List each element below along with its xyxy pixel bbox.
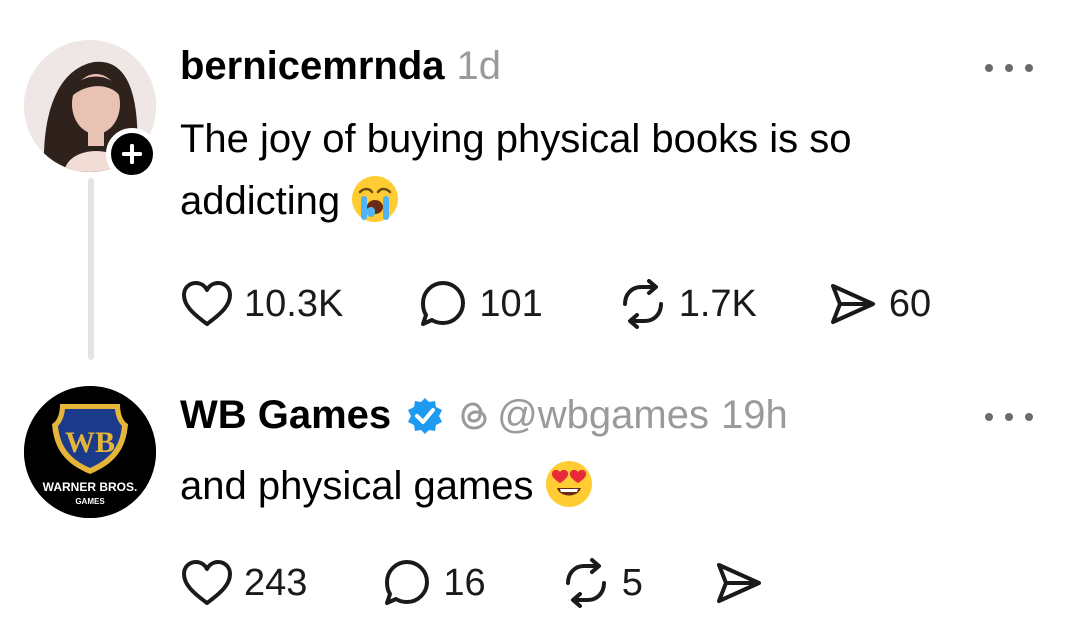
repost-icon bbox=[622, 279, 663, 329]
repost-count: 1.7K bbox=[678, 282, 757, 325]
post-time: 19h bbox=[720, 393, 788, 437]
send-icon bbox=[830, 284, 875, 324]
avatar[interactable]: WB WARNER BROS. GAMES bbox=[24, 386, 156, 518]
plus-icon bbox=[122, 144, 142, 164]
post-text-content: The joy of buying physical books is so a… bbox=[180, 117, 852, 223]
threads-logo-icon bbox=[461, 401, 487, 430]
dot bbox=[985, 64, 993, 72]
thread-connector-line bbox=[88, 178, 94, 360]
wb-brand-text: WARNER BROS. bbox=[43, 480, 138, 494]
wb-sub-text: GAMES bbox=[75, 497, 105, 506]
dot bbox=[1025, 64, 1033, 72]
post-header: bernicemrnda 1d bbox=[180, 44, 501, 89]
repost-button[interactable]: 1.7K bbox=[617, 278, 757, 330]
warner-bros-games-logo: WB WARNER BROS. GAMES bbox=[24, 386, 156, 518]
reply-button[interactable]: 16 bbox=[381, 557, 486, 609]
send-icon bbox=[716, 563, 761, 603]
post-header: WB Games @wbgames 19h bbox=[180, 393, 788, 438]
share-button[interactable]: 60 bbox=[827, 278, 931, 330]
post-time: 1d bbox=[456, 44, 502, 88]
repost-icon bbox=[565, 558, 606, 608]
more-options-button[interactable] bbox=[985, 405, 1033, 429]
verified-badge-icon bbox=[408, 397, 443, 434]
like-button[interactable]: 243 bbox=[180, 558, 307, 608]
post-text: The joy of buying physical books is so a… bbox=[180, 108, 1000, 232]
reply-bubble-icon bbox=[421, 281, 466, 326]
like-count: 243 bbox=[244, 561, 308, 604]
heart-icon bbox=[182, 281, 232, 326]
post-actions: 10.3K 101 1.7K 60 bbox=[180, 278, 931, 330]
dot bbox=[985, 413, 993, 421]
wb-letters: WB bbox=[65, 426, 115, 459]
loudly-crying-face-icon bbox=[352, 176, 399, 222]
smiling-face-with-heart-eyes-icon bbox=[545, 461, 592, 507]
share-count: 60 bbox=[888, 282, 932, 325]
dot bbox=[1005, 64, 1013, 72]
username[interactable]: bernicemrnda bbox=[180, 44, 445, 89]
reply-count: 16 bbox=[443, 561, 486, 604]
dot bbox=[1025, 413, 1033, 421]
dot bbox=[1005, 413, 1013, 421]
share-button[interactable] bbox=[713, 557, 765, 609]
heart-icon bbox=[182, 560, 232, 605]
more-options-button[interactable] bbox=[985, 56, 1033, 80]
like-count: 10.3K bbox=[244, 282, 344, 325]
reply-button[interactable]: 101 bbox=[417, 278, 543, 330]
post-text: and physical games bbox=[180, 455, 1000, 517]
user-handle[interactable]: @wbgames bbox=[497, 393, 709, 438]
follow-button[interactable] bbox=[106, 128, 158, 180]
post-text-content: and physical games bbox=[180, 464, 534, 508]
username[interactable]: WB Games bbox=[180, 393, 391, 438]
repost-count: 5 bbox=[621, 561, 643, 604]
reply-count: 101 bbox=[479, 282, 543, 325]
reply-bubble-icon bbox=[385, 560, 430, 605]
post-actions: 243 16 5 bbox=[180, 557, 765, 609]
like-button[interactable]: 10.3K bbox=[180, 279, 343, 329]
repost-button[interactable]: 5 bbox=[560, 557, 643, 609]
